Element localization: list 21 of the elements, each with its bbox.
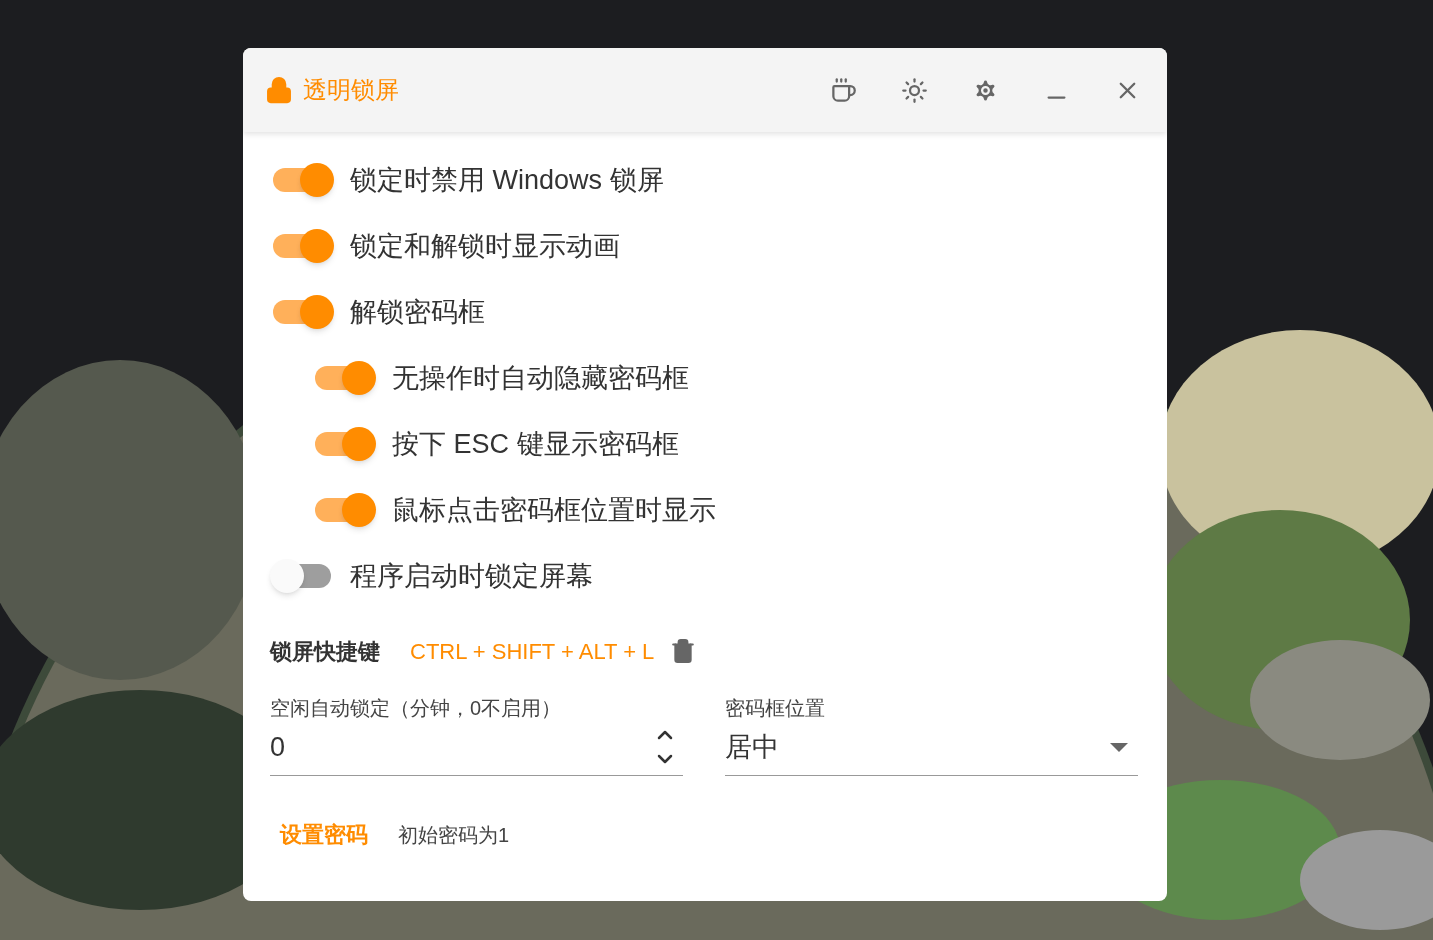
option-label: 锁定时禁用 Windows 锁屏 — [350, 163, 664, 197]
hotkey-label: 锁屏快捷键 — [270, 637, 380, 666]
brightness-icon[interactable] — [901, 76, 928, 104]
position-select[interactable]: 密码框位置 居中 — [725, 693, 1138, 776]
field-label: 空闲自动锁定（分钟，0不启用） — [270, 696, 563, 721]
coffee-cup-icon[interactable] — [830, 76, 857, 104]
field-value: 居中 — [725, 730, 779, 764]
option-label: 无操作时自动隐藏密码框 — [392, 361, 689, 395]
option-label: 解锁密码框 — [350, 295, 485, 329]
trash-icon[interactable] — [670, 638, 697, 664]
dropdown-arrow-icon — [1110, 742, 1128, 752]
idle-lock-field[interactable]: 空闲自动锁定（分钟，0不启用） 0 — [270, 693, 683, 776]
lock-icon — [265, 76, 293, 104]
field-label: 密码框位置 — [725, 696, 826, 721]
option-label: 锁定和解锁时显示动画 — [350, 229, 620, 263]
option-label: 按下 ESC 键显示密码框 — [392, 427, 679, 461]
option-label: 程序启动时锁定屏幕 — [350, 559, 593, 593]
option-label: 鼠标点击密码框位置时显示 — [392, 493, 716, 527]
field-value: 0 — [270, 730, 286, 764]
window-title: 透明锁屏 — [303, 75, 399, 105]
password-hint: 初始密码为1 — [398, 822, 510, 848]
